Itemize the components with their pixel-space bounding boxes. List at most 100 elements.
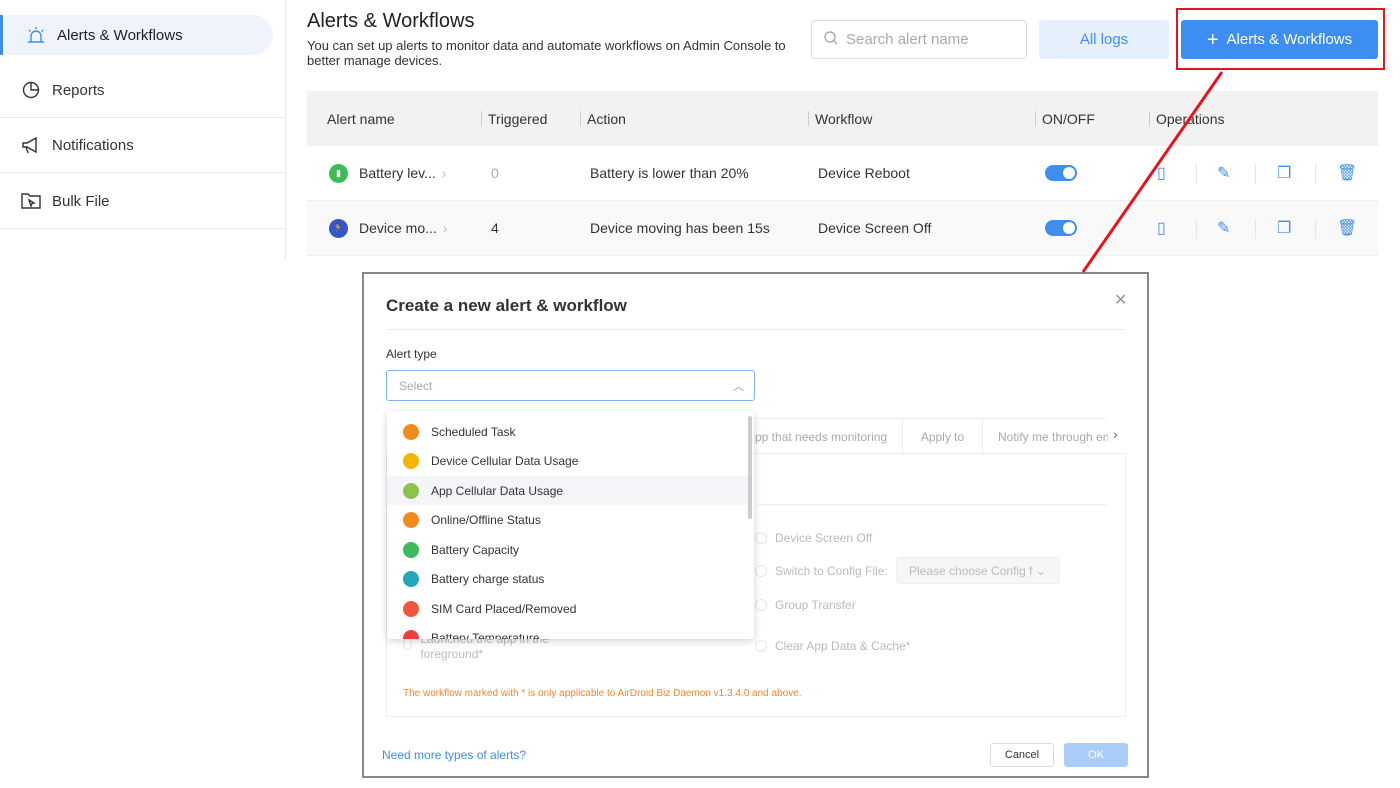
column-header: ON/OFF [1035, 91, 1095, 146]
chevron-up-icon: ︿ [733, 381, 744, 393]
chevron-right-icon: › [442, 220, 448, 236]
pie-chart-icon [20, 80, 42, 100]
option-icon [403, 630, 419, 639]
option-icon [403, 571, 419, 587]
chevron-right-icon: › [441, 165, 447, 181]
sidebar-item-label: Notifications [52, 136, 134, 154]
copy-icon[interactable]: ❐ [1277, 201, 1291, 255]
sidebar-item-alerts-workflows[interactable]: Alerts & Workflows [0, 15, 273, 55]
search-placeholder: Search alert name [846, 31, 969, 48]
option-group-transfer[interactable]: Group Transfer [755, 598, 856, 612]
dropdown-option[interactable]: Scheduled Task [387, 417, 749, 446]
modal-title: Create a new alert & workflow [386, 296, 627, 315]
option-label: Online/Offline Status [431, 513, 541, 527]
dropdown-option[interactable]: Battery Temperature [387, 624, 749, 639]
edit-icon[interactable]: ✎ [1217, 201, 1230, 255]
option-screen-off[interactable]: Device Screen Off [755, 531, 872, 545]
option-label: SIM Card Placed/Removed [431, 601, 577, 616]
column-header: Workflow [807, 91, 872, 146]
option-config[interactable]: Switch to Config File: [755, 564, 888, 578]
sidebar-item-label: Bulk File [52, 192, 110, 210]
alert-type-dropdown: Scheduled Task Device Cellular Data Usage… [387, 411, 754, 639]
dropdown-scrollbar[interactable] [748, 416, 752, 519]
workflow-note: The workflow marked with * is only appli… [403, 688, 802, 699]
delete-icon[interactable]: 🗑 [1337, 201, 1357, 255]
battery-icon: ▮ [329, 163, 348, 183]
logs-icon[interactable]: ▯ [1157, 146, 1166, 200]
megaphone-icon [20, 135, 42, 155]
option-icon [403, 482, 419, 499]
on-off-toggle[interactable] [1045, 165, 1077, 181]
option-label: Device Cellular Data Usage [431, 454, 579, 468]
close-icon[interactable]: ✕ [1114, 290, 1127, 310]
on-off-toggle[interactable] [1045, 220, 1077, 236]
option-label: Scheduled Task [431, 424, 516, 439]
column-header: Operations [1148, 91, 1224, 146]
sidebar-item-notifications[interactable]: Notifications [0, 118, 285, 173]
edit-icon[interactable]: ✎ [1217, 146, 1230, 200]
option-icon [403, 512, 419, 528]
table-row: 🏃 Device mo... › 4 Device moving has been… [307, 201, 1378, 256]
triggered-count: 0 [491, 165, 499, 181]
column-header: Alert name [327, 110, 395, 127]
search-input[interactable]: Search alert name [811, 20, 1027, 59]
tab-app-monitoring[interactable]: pp that needs monitoring [755, 419, 903, 455]
dropdown-option[interactable]: SIM Card Placed/Removed [387, 594, 749, 623]
alert-icon [25, 25, 47, 45]
sidebar: Alerts & Workflows Reports Notifications… [0, 0, 286, 260]
option-icon [403, 600, 419, 617]
running-icon: 🏃 [329, 218, 348, 238]
tab-notify[interactable]: Notify me through en [998, 419, 1108, 455]
table-row: ▮ Battery lev... › 0 Battery is lower tha… [307, 146, 1378, 201]
action: Battery is lower than 20% [590, 165, 749, 181]
option-icon [403, 541, 419, 558]
action: Device moving has been 15s [590, 220, 770, 236]
column-header: Action [580, 91, 626, 146]
alert-type-label: Alert type [386, 347, 437, 361]
alert-type-select[interactable]: Select ︿ [386, 370, 755, 401]
highlight-box [1176, 8, 1385, 70]
option-label: Battery Temperature [431, 631, 540, 639]
triggered-count: 4 [491, 220, 499, 236]
chevron-right-icon[interactable]: › [1113, 426, 1118, 442]
more-alert-types-link[interactable]: Need more types of alerts? [382, 748, 526, 762]
workflow: Device Reboot [818, 165, 910, 181]
divider [386, 329, 1126, 330]
option-icon [403, 453, 419, 469]
alert-name-cell[interactable]: ▮ Battery lev... › [329, 146, 446, 200]
sidebar-item-bulk-file[interactable]: Bulk File [0, 174, 285, 229]
copy-icon[interactable]: ❐ [1277, 146, 1291, 200]
toggle-cell [1045, 146, 1077, 200]
option-label: App Cellular Data Usage [431, 483, 564, 498]
search-icon [824, 30, 838, 49]
table-header: Alert name Triggered Action Workflow ON/… [307, 91, 1378, 146]
dropdown-option[interactable]: Online/Offline Status [387, 506, 749, 535]
option-label: Battery charge status [431, 572, 545, 586]
ok-button[interactable]: OK [1064, 743, 1128, 767]
dropdown-option[interactable]: Battery Capacity [387, 535, 749, 564]
dropdown-option[interactable]: Device Cellular Data Usage [387, 447, 749, 476]
alert-name: Battery lev... [359, 165, 436, 181]
delete-icon[interactable]: 🗑 [1337, 146, 1357, 200]
option-clear-data[interactable]: Clear App Data & Cache* [755, 639, 910, 653]
page-title: Alerts & Workflows [307, 10, 475, 32]
dropdown-option[interactable]: App Cellular Data Usage [387, 476, 749, 505]
sidebar-item-reports[interactable]: Reports [0, 63, 285, 118]
sidebar-item-label: Alerts & Workflows [57, 26, 183, 44]
logs-icon[interactable]: ▯ [1157, 201, 1166, 255]
page-description: You can set up alerts to monitor data an… [307, 38, 786, 68]
dropdown-option[interactable]: Battery charge status [387, 565, 749, 594]
tab-apply-to[interactable]: Apply to [903, 419, 983, 455]
select-placeholder: Select [399, 378, 433, 393]
column-header: Triggered [480, 91, 547, 146]
folder-cursor-icon [20, 191, 42, 211]
option-icon [403, 423, 419, 440]
toggle-cell [1045, 201, 1077, 255]
option-label: Battery Capacity [431, 542, 520, 557]
workflow: Device Screen Off [818, 220, 932, 236]
step-tabs: pp that needs monitoring Apply to Notify… [755, 418, 1108, 455]
all-logs-button[interactable]: All logs [1039, 20, 1169, 59]
alert-name-cell[interactable]: 🏃 Device mo... › [329, 201, 447, 255]
cancel-button[interactable]: Cancel [990, 743, 1054, 767]
config-file-select[interactable]: Please choose Config f ⌄ [896, 557, 1060, 584]
